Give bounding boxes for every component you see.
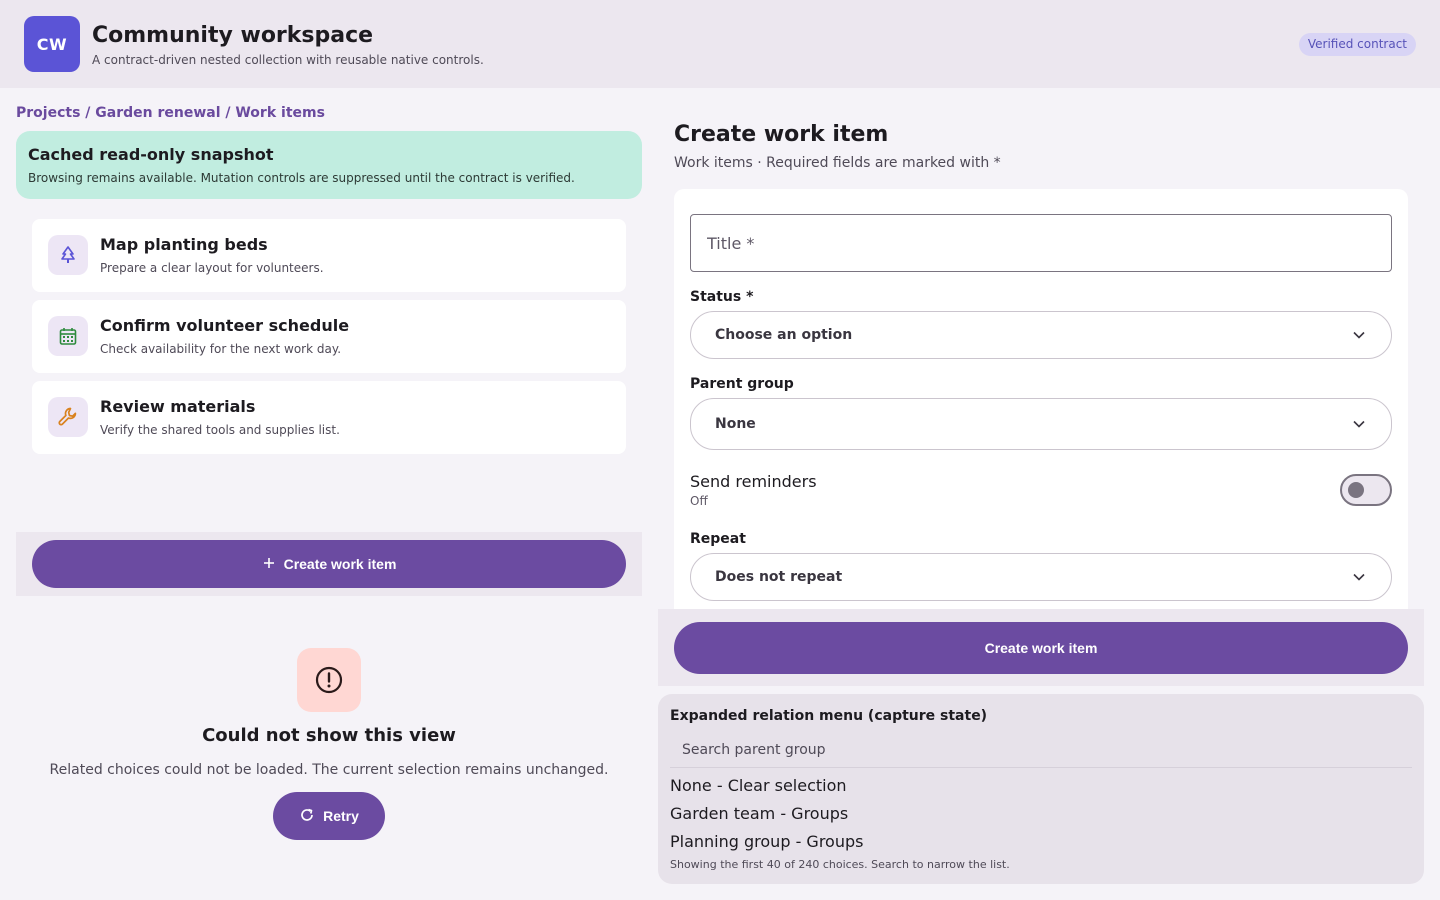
repeat-select[interactable]: Does not repeat [690,553,1392,601]
chevron-down-icon [1351,569,1367,585]
list-item[interactable]: Confirm volunteer schedule Check availab… [32,300,626,373]
toggle-knob [1348,482,1364,498]
wrench-icon [48,397,88,437]
title-input[interactable] [690,214,1392,272]
snapshot-text: Browsing remains available. Mutation con… [28,171,575,185]
item-desc: Check availability for the next work day… [100,342,342,356]
alert-icon [297,648,361,712]
item-desc: Prepare a clear layout for volunteers. [100,261,324,275]
submit-button[interactable]: Create work item [674,622,1408,674]
snapshot-title: Cached read-only snapshot [28,145,274,164]
list-item[interactable]: Review materials Verify the shared tools… [32,381,626,454]
chevron-down-icon [1351,327,1367,343]
item-title: Confirm volunteer schedule [100,316,350,335]
app-logo: CW [24,16,80,72]
error-state: Could not show this view Related choices… [16,640,642,860]
form-subheading: Work items · Required fields are marked … [674,155,1001,171]
list-item[interactable]: Map planting beds Prepare a clear layout… [32,219,626,292]
form-submit-bar: Create work item [658,609,1424,686]
status-value: Choose an option [715,327,853,343]
relation-option[interactable]: None - Clear selection [670,776,847,795]
create-work-item-button[interactable]: Create work item [32,540,626,588]
snapshot-banner: Cached read-only snapshot Browsing remai… [16,131,642,199]
verified-badge: Verified contract [1298,33,1416,56]
send-reminders-state: Off [690,494,708,508]
relation-option[interactable]: Garden team - Groups [670,804,848,823]
calendar-icon [48,316,88,356]
parent-group-value: None [715,416,756,432]
relation-menu-title: Expanded relation menu (capture state) [670,708,988,724]
app-header: CW Community workspace A contract-driven… [0,0,1440,88]
work-item-form: Status * Choose an option Parent group N… [674,189,1408,609]
error-text: Related choices could not be loaded. The… [49,762,609,778]
status-label: Status * [690,289,754,305]
parent-group-select[interactable]: None [690,398,1392,450]
error-title: Could not show this view [202,725,456,746]
left-action-bar: Create work item [16,532,642,596]
work-item-list: Map planting beds Prepare a clear layout… [32,219,626,462]
app-title: Community workspace [92,23,374,48]
create-work-item-label: Create work item [283,556,397,572]
retry-button[interactable]: Retry [273,792,385,840]
retry-label: Retry [323,808,359,824]
plus-icon [262,556,276,573]
breadcrumb[interactable]: Projects / Garden renewal / Work items [16,105,325,121]
repeat-label: Repeat [690,531,746,547]
repeat-value: Does not repeat [715,569,843,585]
send-reminders-label: Send reminders [690,472,817,491]
send-reminders-toggle[interactable] [1340,474,1392,506]
relation-menu: Expanded relation menu (capture state) N… [658,694,1424,884]
item-desc: Verify the shared tools and supplies lis… [100,423,340,437]
refresh-icon [299,807,315,826]
item-title: Map planting beds [100,235,268,254]
relation-option[interactable]: Planning group - Groups [670,832,863,851]
chevron-down-icon [1351,416,1367,432]
item-title: Review materials [100,397,256,416]
parent-group-search-input[interactable] [670,732,1412,768]
app-subtitle: A contract-driven nested collection with… [92,53,484,67]
status-select[interactable]: Choose an option [690,311,1392,359]
relation-menu-footer: Showing the first 40 of 240 choices. Sea… [670,858,1010,871]
tree-icon [48,235,88,275]
parent-group-label: Parent group [690,376,794,392]
form-heading: Create work item [674,122,889,147]
